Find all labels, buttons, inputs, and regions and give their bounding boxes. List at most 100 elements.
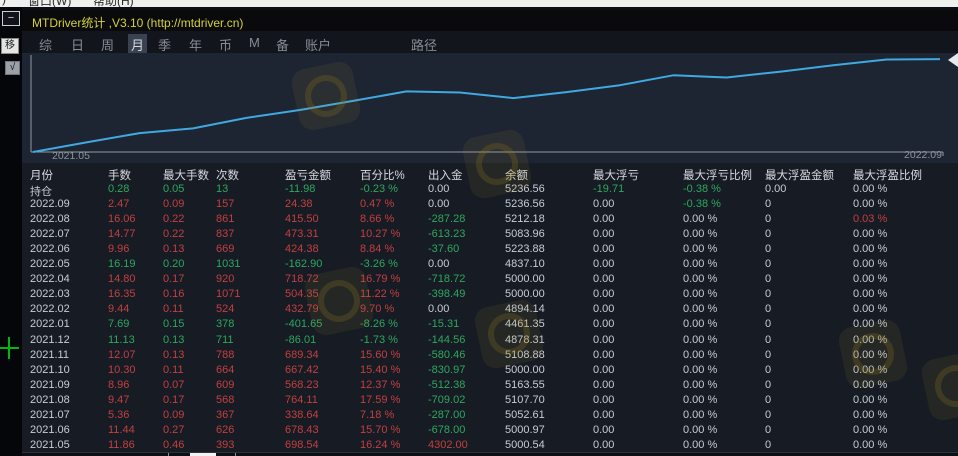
table-row[interactable]: 2022.0414.800.17920718.7216.79 %-718.725… [22, 272, 958, 287]
column-header[interactable]: 最大浮亏 [593, 167, 639, 183]
cell: 0.00 % [683, 409, 717, 421]
window-title: MTDriver统计 ,V3.10 (http://mtdriver.cn) [32, 14, 243, 31]
table-row[interactable]: 2022.017.690.15378-401.65-8.26 %-15.3144… [22, 317, 958, 332]
cell: 0.00 [593, 288, 614, 300]
cell: 0.00 % [853, 243, 887, 255]
tab-bi[interactable]: 币 [216, 34, 235, 55]
table-row[interactable]: 2021.1211.130.13711-86.01-1.73 %-144.564… [22, 333, 958, 348]
cell: 9.70 % [360, 303, 394, 315]
cell: 0.22 [163, 213, 184, 225]
column-header[interactable]: 最大浮亏比例 [683, 167, 752, 183]
cell: 678.43 [285, 424, 319, 436]
move-button[interactable]: 移 [1, 38, 19, 54]
table-row[interactable]: 2021.0611.440.27626678.4315.70 %-678.005… [22, 423, 958, 438]
cell: 0.00 % [853, 349, 887, 361]
tab-ri[interactable]: 日 [68, 34, 87, 55]
minimize-button[interactable]: − [2, 11, 20, 26]
column-header[interactable]: 手数 [108, 167, 131, 183]
column-header[interactable]: 最大手数 [163, 167, 209, 183]
tab-yue[interactable]: 月 [128, 34, 147, 55]
cell: 8.66 % [360, 213, 394, 225]
cell: -0.38 % [683, 198, 721, 210]
cell: 0 [765, 439, 771, 451]
menubar-item[interactable]: 窗口(W) [28, 0, 71, 7]
table-row[interactable]: 2022.069.960.13669424.388.84 %-37.605223… [22, 242, 958, 257]
cell: 16.35 [108, 288, 136, 300]
table-row[interactable]: 2022.0714.770.22837473.3110.27 %-613.235… [22, 227, 958, 242]
column-header[interactable]: 出入金 [428, 167, 463, 183]
cell: 5163.55 [505, 379, 545, 391]
cell: 2021.12 [30, 334, 70, 346]
column-header[interactable]: 月份 [30, 167, 53, 183]
table-row[interactable]: 2022.029.440.11524432.799.70 %0.004894.1… [22, 302, 958, 317]
cell: 9.47 [108, 394, 129, 406]
cell: 504.35 [285, 288, 319, 300]
menubar-item[interactable]: ) [2, 0, 6, 6]
table-row[interactable]: 2021.1010.300.11664667.4215.40 %-830.975… [22, 363, 958, 378]
cell: 367 [216, 409, 234, 421]
tab-m[interactable]: M [246, 34, 263, 51]
column-header[interactable]: 百分比% [360, 167, 405, 183]
cell: 2022.05 [30, 258, 70, 270]
cell: 0.00 % [853, 318, 887, 330]
cell: 0.09 [163, 198, 184, 210]
cell: 718.72 [285, 273, 319, 285]
tab-nian[interactable]: 年 [186, 34, 205, 55]
cell: 5000.00 [505, 364, 545, 376]
table-row[interactable]: 2021.075.360.09367338.647.18 %-287.00505… [22, 408, 958, 423]
cell: 14.77 [108, 228, 136, 240]
table-row[interactable]: 2021.098.960.07609568.2312.37 %-512.3851… [22, 378, 958, 393]
cell: 0.00 [428, 303, 449, 315]
cell: 338.64 [285, 409, 319, 421]
cell: -8.26 % [360, 318, 398, 330]
table-row[interactable]: 2022.0316.350.161071504.3511.22 %-398.49… [22, 287, 958, 302]
cell: 5236.56 [505, 183, 545, 195]
tab-bei[interactable]: 备 [273, 34, 292, 55]
cell: 2021.05 [30, 439, 70, 451]
tab-zhou[interactable]: 周 [98, 34, 117, 55]
cell: 0.13 [163, 349, 184, 361]
tab-lujing[interactable]: 路径 [408, 34, 440, 55]
horizontal-scrollbar[interactable] [22, 452, 958, 456]
check-button[interactable]: √ [5, 61, 20, 75]
cell: 0.00 % [853, 273, 887, 285]
cell: 15.60 % [360, 349, 400, 361]
table-row[interactable]: 2021.0511.860.46393698.5416.24 %4302.005… [22, 438, 958, 453]
table-row[interactable]: 2021.089.470.17568764.1117.59 %-709.0251… [22, 393, 958, 408]
cell: 0.07 [163, 379, 184, 391]
table-row[interactable]: 持仓0.280.0513-11.98-0.23 %0.005236.56-19.… [22, 182, 958, 197]
table-row[interactable]: 2022.092.470.0915724.380.47 %0.005236.56… [22, 197, 958, 212]
cell: 0 [765, 349, 771, 361]
column-header[interactable]: 最大浮盈比例 [853, 167, 922, 183]
cell: 393 [216, 439, 234, 451]
cell: 0.00 % [853, 183, 887, 195]
menubar-item[interactable]: 帮助(H) [93, 0, 134, 7]
table-row[interactable]: 2021.1112.070.13788689.3415.60 %-580.465… [22, 348, 958, 363]
column-header[interactable]: 次数 [216, 167, 239, 183]
cell: 0.00 % [853, 228, 887, 240]
tab-ji[interactable]: 季 [155, 34, 174, 55]
cell: 2021.11 [30, 349, 69, 361]
cell: 0.00 [428, 183, 449, 195]
cell: -613.23 [428, 228, 465, 240]
cell: 0 [765, 424, 771, 436]
cell: 0 [765, 213, 771, 225]
cell: 0.13 [163, 243, 184, 255]
table-row[interactable]: 2022.0816.060.22861415.508.66 %-287.2852… [22, 212, 958, 227]
cell: 2021.08 [30, 394, 70, 406]
title-bar[interactable]: MTDriver统计 ,V3.10 (http://mtdriver.cn) [22, 10, 958, 31]
cell: 0 [765, 228, 771, 240]
cell: 0.00 % [683, 364, 717, 376]
column-header[interactable]: 盈亏金额 [285, 167, 331, 183]
chart-canvas [22, 53, 958, 163]
crosshair-icon [8, 337, 10, 359]
tab-zhanghu[interactable]: 账户 [302, 34, 334, 55]
cell: 2021.06 [30, 424, 70, 436]
tab-zong[interactable]: 综 [36, 34, 55, 55]
column-header[interactable]: 最大浮盈金额 [765, 167, 834, 183]
table-row[interactable]: 2022.0516.190.201031-162.90-3.26 %0.0048… [22, 257, 958, 272]
cell: 764.11 [285, 394, 318, 406]
column-header[interactable]: 余额 [505, 167, 528, 183]
cell: 5083.96 [505, 228, 545, 240]
cell: 0.03 % [853, 213, 887, 225]
